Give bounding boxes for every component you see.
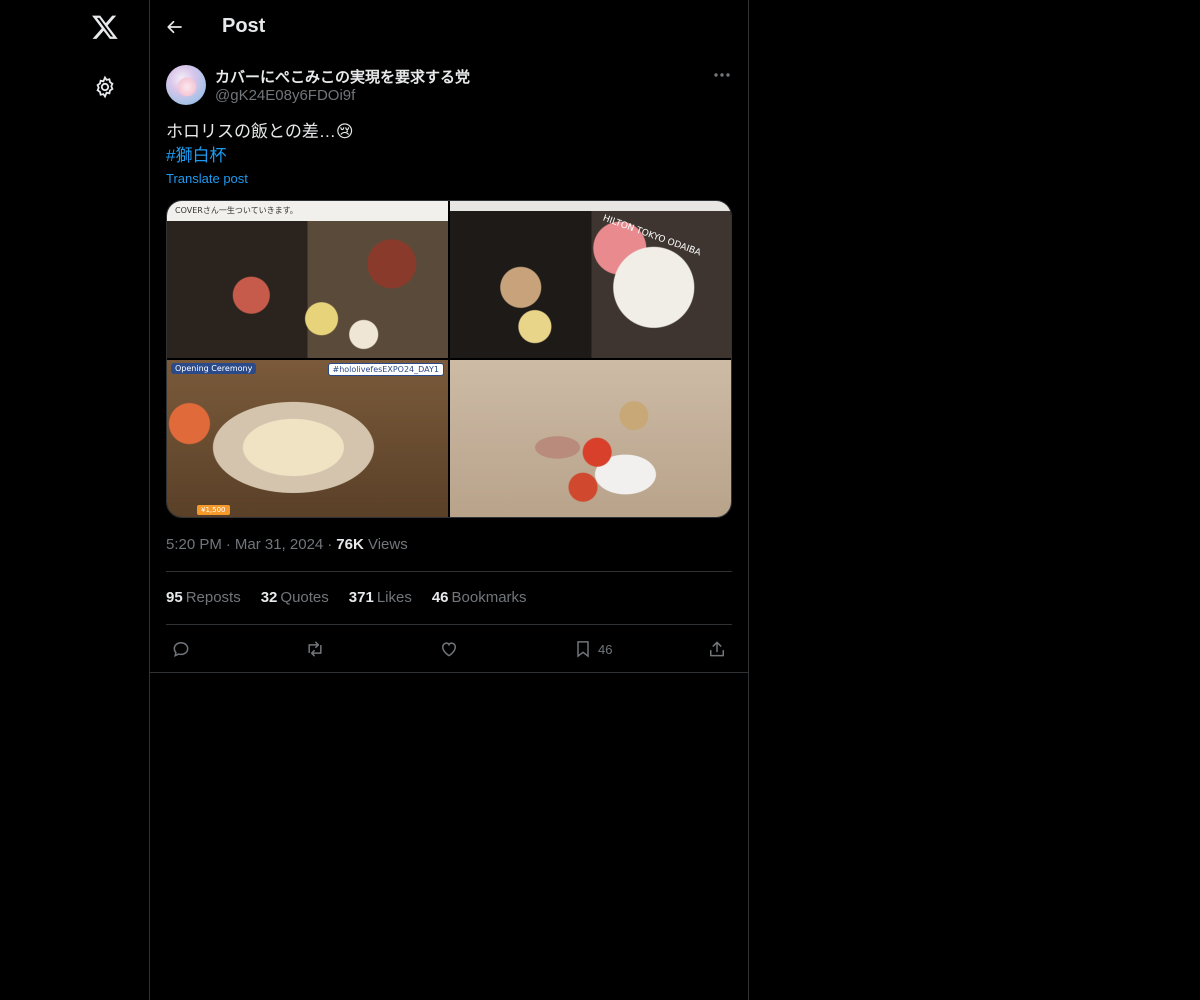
hashtag-link[interactable]: #獅白杯 <box>166 144 226 168</box>
x-logo-icon[interactable] <box>90 12 120 42</box>
quotes-label: Quotes <box>280 589 329 606</box>
bookmarks-label: Bookmarks <box>451 589 527 606</box>
like-heart-icon <box>441 642 457 657</box>
repost-icon <box>308 641 322 657</box>
reply-icon <box>173 641 189 658</box>
divider <box>150 672 748 673</box>
likes-stat[interactable]: 371 Likes <box>349 589 412 606</box>
media-badge: ¥1,500 <box>197 505 230 515</box>
post-date[interactable]: Mar 31, 2024 <box>235 536 323 553</box>
post-actions: 46 <box>166 636 732 662</box>
post-header: Post <box>150 0 748 54</box>
author-handle[interactable]: @gK24E08y6FDOi9f <box>215 87 355 104</box>
quotes-count: 32 <box>260 589 278 606</box>
divider <box>166 571 732 572</box>
avatar[interactable] <box>166 65 206 105</box>
bookmark-icon <box>577 641 589 658</box>
views-count: 76K <box>336 536 364 553</box>
media-image-3[interactable]: Opening Ceremony #hololivefesEXPO24_DAY1… <box>167 360 448 517</box>
post-text: ホロリスの飯との差…😢 <box>166 122 354 141</box>
meta-separator: · <box>327 536 333 553</box>
media-caption: COVERさん一生ついていきます。 <box>175 206 298 215</box>
media-image-4[interactable] <box>450 360 731 517</box>
views-label: Views <box>367 536 408 553</box>
author-display-name[interactable]: カバーにぺこみこの実現を要求する党 <box>215 66 470 87</box>
bookmark-count: 46 <box>598 641 613 657</box>
reposts-label: Reposts <box>185 589 241 606</box>
bookmark-button[interactable]: 46 <box>573 636 612 662</box>
share-icon <box>710 641 724 657</box>
app-root: Post カバーにぺこみこの実現を要求する党 @gK24E08y6FDOi9f … <box>0 0 1200 1000</box>
media-image-1[interactable]: COVERさん一生ついていきます。 <box>167 201 448 358</box>
likes-label: Likes <box>376 589 412 606</box>
post-time[interactable]: 5:20 PM <box>166 536 222 553</box>
bookmarks-count: 46 <box>431 589 449 606</box>
translate-post-link[interactable]: Translate post <box>166 171 248 186</box>
media-caption: HILTON TOKYO ODAIBA <box>601 213 703 259</box>
post-meta: 5:20 PM · Mar 31, 2024 · 76K Views <box>166 536 408 553</box>
reply-button[interactable] <box>171 636 191 662</box>
back-arrow-icon[interactable] <box>166 14 188 40</box>
settings-gear-icon[interactable] <box>91 73 119 101</box>
reposts-stat[interactable]: 95 Reposts <box>166 589 241 606</box>
quotes-stat[interactable]: 32 Quotes <box>261 589 329 606</box>
post-stats: 95 Reposts 32 Quotes 371 Likes 46 Bookmarks <box>166 589 547 606</box>
post-detail-column: Post カバーにぺこみこの実現を要求する党 @gK24E08y6FDOi9f … <box>149 0 749 1000</box>
meta-separator: · <box>225 536 231 553</box>
repost-button[interactable] <box>305 636 325 662</box>
more-dots-icon[interactable] <box>712 66 732 84</box>
likes-count: 371 <box>348 589 374 606</box>
media-image-2[interactable]: HILTON TOKYO ODAIBA <box>450 201 731 358</box>
bookmarks-stat[interactable]: 46 Bookmarks <box>432 589 527 606</box>
divider <box>166 624 732 625</box>
left-nav <box>0 0 150 1000</box>
media-badge: Opening Ceremony <box>171 363 257 374</box>
page-title: Post <box>222 15 266 37</box>
share-button[interactable] <box>707 636 727 662</box>
reposts-count: 95 <box>166 589 183 606</box>
media-grid: COVERさん一生ついていきます。 HILTON TOKYO ODAIBA Op… <box>166 200 732 518</box>
like-button[interactable] <box>439 636 459 662</box>
media-badge: #hololivefesEXPO24_DAY1 <box>327 363 444 376</box>
